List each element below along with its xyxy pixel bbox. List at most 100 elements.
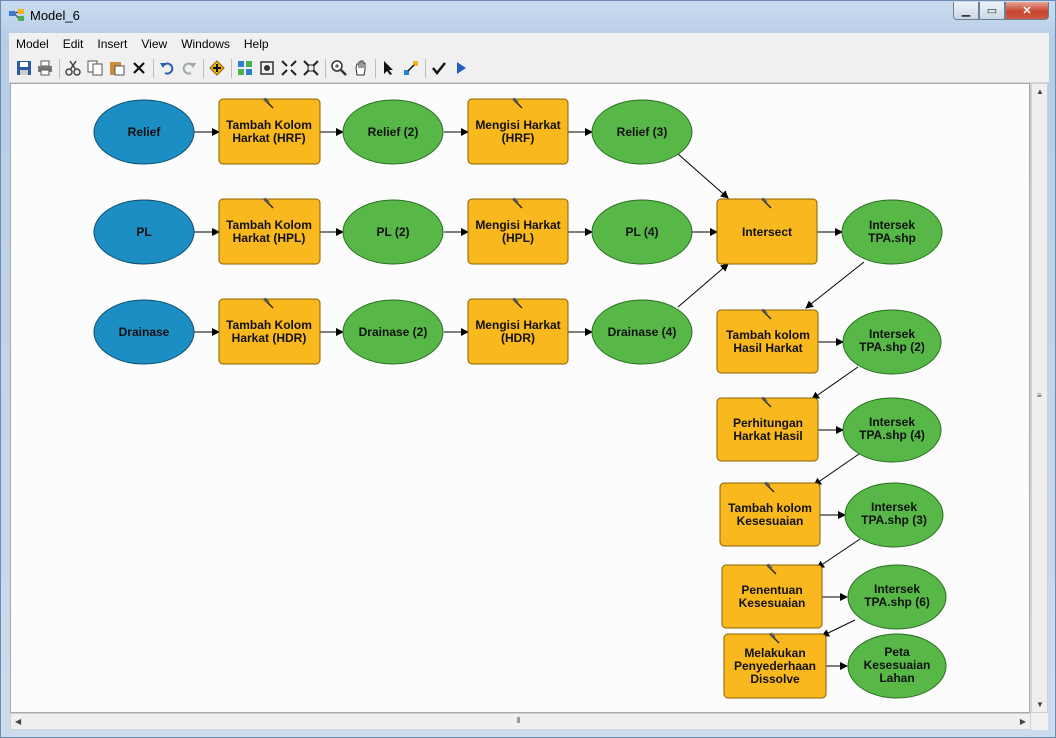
node-label: Relief bbox=[128, 125, 162, 139]
scroll-down-icon[interactable]: ▼ bbox=[1036, 700, 1044, 709]
tool-label-1: Tambah Kolom bbox=[226, 318, 312, 332]
node-label-1: Intersek bbox=[869, 415, 915, 429]
save-button[interactable] bbox=[15, 59, 33, 77]
tool-perhitungan-harkat[interactable]: PerhitunganHarkat Hasil bbox=[716, 395, 819, 462]
node-pl-2[interactable]: PL (2) bbox=[342, 199, 444, 265]
tool-label-2: (HPL) bbox=[502, 231, 534, 245]
connect-icon bbox=[404, 61, 418, 75]
tool-mengisi-harkat-hdr[interactable]: Mengisi Harkat(HDR) bbox=[467, 296, 569, 365]
scroll-grip-icon[interactable]: ≡ bbox=[1037, 391, 1042, 400]
cut-button[interactable] bbox=[64, 59, 82, 77]
zoom-in-fixed-icon bbox=[281, 60, 297, 76]
undo-icon bbox=[160, 62, 174, 75]
node-label-2: TPA.shp (4) bbox=[859, 428, 925, 442]
menu-model[interactable]: Model bbox=[9, 37, 56, 51]
node-label-1: Intersek bbox=[869, 327, 915, 341]
tool-mengisi-harkat-hpl[interactable]: Mengisi Harkat(HPL) bbox=[467, 196, 569, 265]
node-peta-kesesuaian-lahan[interactable]: PetaKesesuaianLahan bbox=[847, 633, 947, 699]
scroll-up-icon[interactable]: ▲ bbox=[1036, 87, 1044, 96]
tool-label-1: Tambah Kolom bbox=[226, 218, 312, 232]
run-icon bbox=[457, 62, 466, 74]
node-intersek-tpa-6[interactable]: IntersekTPA.shp (6) bbox=[847, 564, 947, 630]
node-relief-2[interactable]: Relief (2) bbox=[342, 99, 444, 165]
node-label-2: TPA.shp (6) bbox=[864, 595, 930, 609]
scroll-left-icon[interactable]: ◀ bbox=[15, 717, 21, 726]
node-intersek-tpa-3[interactable]: IntersekTPA.shp (3) bbox=[844, 482, 944, 548]
tool-tambah-kolom-hpl[interactable]: Tambah KolomHarkat (HPL) bbox=[218, 196, 321, 265]
node-drainase-4[interactable]: Drainase (4) bbox=[591, 299, 693, 365]
tool-tambah-kolom-hrf[interactable]: Tambah KolomHarkat (HRF) bbox=[218, 96, 321, 165]
select-button[interactable] bbox=[380, 59, 398, 77]
node-label: Drainase (2) bbox=[359, 325, 428, 339]
close-button[interactable]: ✕ bbox=[1005, 2, 1049, 20]
zoom-out-fixed-icon bbox=[303, 60, 319, 76]
node-label: PL (2) bbox=[376, 225, 409, 239]
menu-edit[interactable]: Edit bbox=[56, 37, 91, 51]
node-intersek-tpa-4[interactable]: IntersekTPA.shp (4) bbox=[842, 397, 942, 463]
full-extent-button[interactable] bbox=[258, 59, 276, 77]
tool-label-1: Mengisi Harkat bbox=[475, 218, 560, 232]
node-intersek-tpa-2[interactable]: IntersekTPA.shp (2) bbox=[842, 309, 942, 375]
tool-tambah-kolom-kesesuaian[interactable]: Tambah kolomKesesuaian bbox=[719, 480, 821, 547]
close-icon: ✕ bbox=[1022, 5, 1032, 17]
tool-label-2: Penyederhaan bbox=[734, 659, 816, 673]
node-relief[interactable]: Relief bbox=[93, 99, 195, 165]
zoom-out-fixed-button[interactable] bbox=[302, 59, 320, 77]
connect-button[interactable] bbox=[402, 59, 420, 77]
add-data-button[interactable] bbox=[208, 59, 226, 77]
print-button[interactable] bbox=[36, 59, 54, 77]
node-label-2: TPA.shp (2) bbox=[859, 340, 925, 354]
tool-mengisi-harkat-hrf[interactable]: Mengisi Harkat(HRF) bbox=[467, 96, 569, 165]
copy-button[interactable] bbox=[86, 59, 104, 77]
node-label-2: Kesesuaian bbox=[864, 658, 931, 672]
vertical-scrollbar[interactable]: ▲ ≡ ▼ bbox=[1031, 83, 1048, 713]
tool-intersect[interactable]: Intersect bbox=[716, 196, 818, 265]
node-label-1: Intersek bbox=[874, 582, 920, 596]
minimize-button[interactable]: ▁ bbox=[953, 2, 979, 20]
node-relief-3[interactable]: Relief (3) bbox=[591, 99, 693, 165]
scroll-right-icon[interactable]: ▶ bbox=[1020, 717, 1026, 726]
node-intersek-tpa[interactable]: IntersekTPA.shp bbox=[841, 199, 943, 265]
node-pl-4[interactable]: PL (4) bbox=[591, 199, 693, 265]
model-canvas[interactable]: Relief PL Drainase Tambah Kolom Harkat (H… bbox=[10, 83, 1030, 713]
maximize-button[interactable]: ▭ bbox=[979, 2, 1005, 20]
tool-tambah-kolom-hdr[interactable]: Tambah KolomHarkat (HDR) bbox=[218, 296, 321, 365]
redo-button[interactable] bbox=[180, 59, 198, 77]
node-pl[interactable]: PL bbox=[93, 199, 195, 265]
title-bar[interactable]: Model_6 ▁ ▭ ✕ bbox=[1, 1, 1055, 31]
node-label: Drainase (4) bbox=[608, 325, 677, 339]
tool-label-1: Mengisi Harkat bbox=[475, 118, 560, 132]
tool-label-2: Harkat (HPL) bbox=[233, 231, 306, 245]
maximize-icon: ▭ bbox=[986, 5, 998, 17]
zoom-in-icon bbox=[331, 60, 347, 76]
full-extent-icon bbox=[260, 61, 274, 75]
validate-button[interactable] bbox=[430, 59, 448, 77]
select-icon bbox=[384, 61, 393, 75]
node-label-2: TPA.shp (3) bbox=[861, 513, 927, 527]
node-drainase-2[interactable]: Drainase (2) bbox=[342, 299, 444, 365]
model-diagram: Relief PL Drainase Tambah KolomHarkat (H… bbox=[93, 96, 947, 699]
tool-label-1: Mengisi Harkat bbox=[475, 318, 560, 332]
menu-view[interactable]: View bbox=[134, 37, 174, 51]
auto-layout-icon bbox=[238, 61, 252, 75]
tool-penentuan-kesesuaian[interactable]: PenentuanKesesuaian bbox=[721, 562, 823, 629]
menu-help[interactable]: Help bbox=[237, 37, 276, 51]
tool-melakukan-dissolve[interactable]: MelakukanPenyederhaanDissolve bbox=[723, 631, 827, 699]
zoom-in-button[interactable] bbox=[330, 59, 348, 77]
undo-button[interactable] bbox=[158, 59, 176, 77]
node-label-1: Intersek bbox=[871, 500, 917, 514]
tool-label-1: Intersect bbox=[742, 225, 792, 239]
tool-label-1: Melakukan bbox=[744, 646, 805, 660]
run-button[interactable] bbox=[452, 59, 470, 77]
zoom-in-fixed-button[interactable] bbox=[280, 59, 298, 77]
horizontal-scrollbar[interactable]: ◀ ⦀ ▶ bbox=[10, 713, 1031, 730]
tool-tambah-kolom-hasil[interactable]: Tambah kolomHasil Harkat bbox=[716, 307, 819, 374]
auto-layout-button[interactable] bbox=[236, 59, 254, 77]
scroll-grip-icon[interactable]: ⦀ bbox=[517, 716, 521, 726]
node-drainase[interactable]: Drainase bbox=[93, 299, 195, 365]
menu-windows[interactable]: Windows bbox=[174, 37, 237, 51]
delete-button[interactable] bbox=[130, 59, 148, 77]
paste-button[interactable] bbox=[108, 59, 126, 77]
pan-button[interactable] bbox=[352, 59, 370, 77]
menu-insert[interactable]: Insert bbox=[90, 37, 134, 51]
